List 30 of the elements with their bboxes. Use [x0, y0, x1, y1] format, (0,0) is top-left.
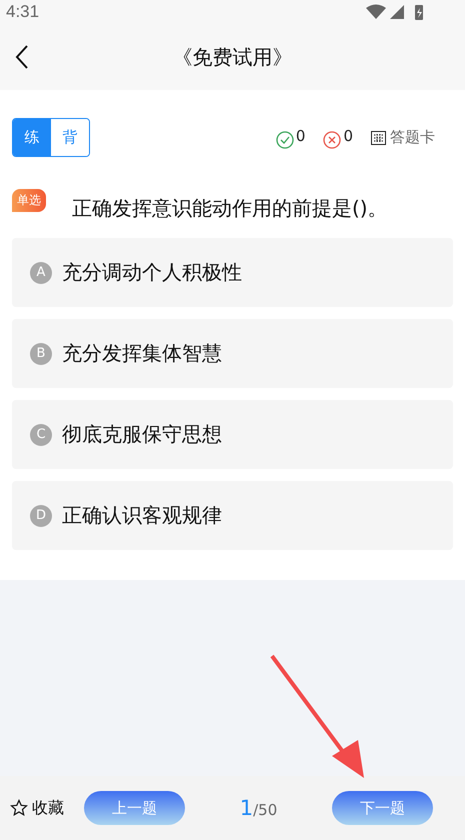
mode-tab[interactable]: 练: [13, 119, 51, 156]
answer-option[interactable]: A 充分调动个人积极性: [12, 238, 453, 307]
correct-count: 0: [296, 126, 306, 144]
star-icon: [10, 799, 28, 817]
grid-icon: [371, 130, 386, 144]
cross-circle-icon: [323, 130, 342, 148]
answer-card-button[interactable]: 答题卡: [371, 128, 435, 147]
option-letter: D: [30, 504, 52, 526]
option-text: 充分发挥集体智慧: [62, 340, 222, 367]
answer-option[interactable]: C 彻底克服保守思想: [12, 400, 453, 469]
page-title: 《免费试用》: [172, 44, 292, 70]
option-text: 正确认识客观规律: [62, 502, 222, 529]
wifi-icon: [366, 4, 386, 19]
option-text: 充分调动个人积极性: [62, 259, 242, 286]
answer-option[interactable]: D 正确认识客观规律: [12, 481, 453, 550]
check-circle-icon: [276, 130, 294, 148]
option-letter: C: [30, 424, 52, 446]
option-text: 彻底克服保守思想: [62, 421, 222, 448]
option-letter: A: [30, 262, 52, 284]
option-letter: B: [30, 342, 52, 364]
status-time: 4:31: [6, 2, 40, 22]
answer-option[interactable]: B 充分发挥集体智慧: [12, 319, 453, 388]
current-question-number: 1: [240, 796, 254, 820]
total-questions: /50: [253, 801, 278, 819]
battery-icon: [415, 5, 423, 20]
question-type-badge: 单选: [12, 189, 46, 212]
wrong-count: 0: [343, 126, 353, 144]
favorite-button[interactable]: 收藏: [10, 798, 64, 818]
question-text: 正确发挥意识能动作用的前提是()。: [72, 195, 388, 222]
signal-icon: [390, 5, 404, 19]
